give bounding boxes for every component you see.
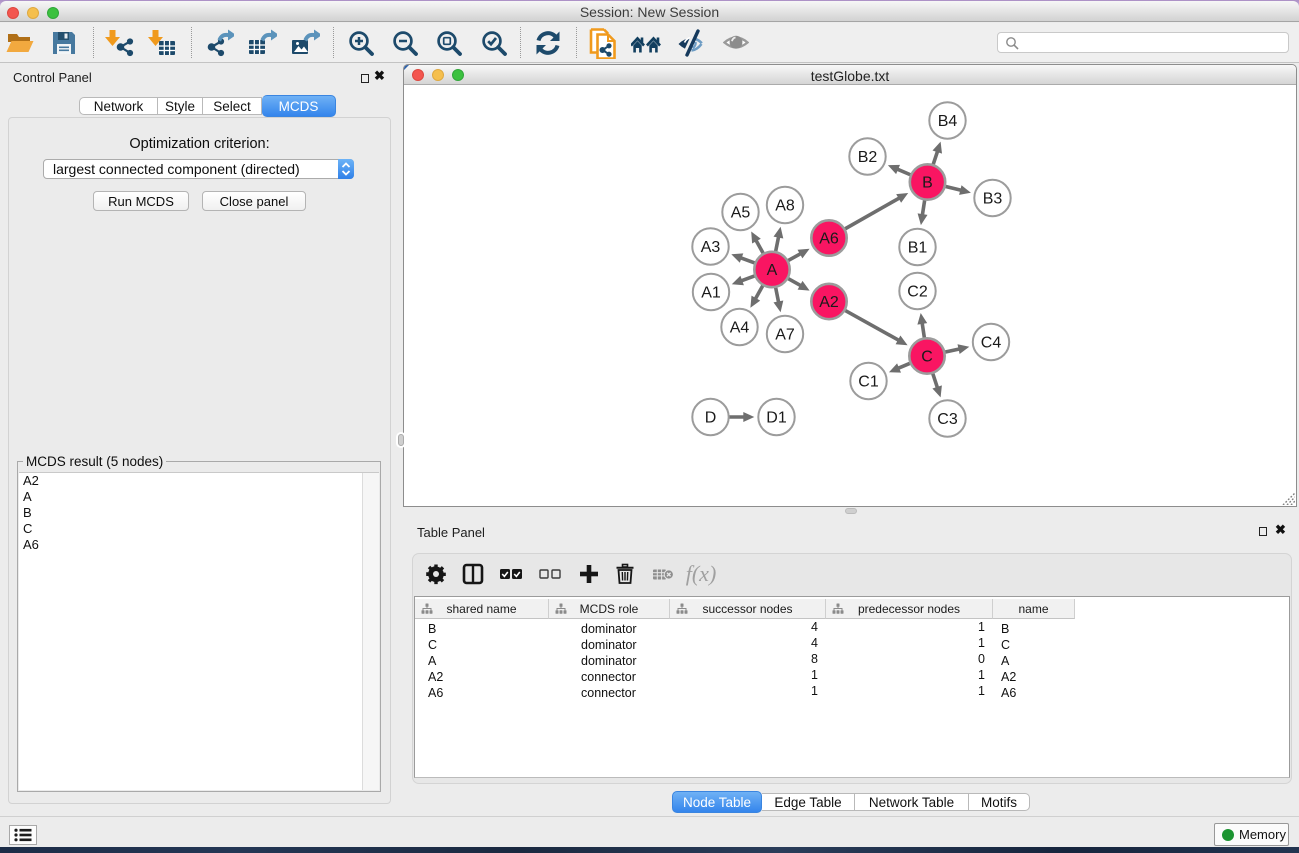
svg-text:D: D: [705, 410, 717, 427]
svg-text:B1: B1: [908, 240, 928, 257]
svg-text:B2: B2: [858, 149, 878, 166]
svg-text:C2: C2: [907, 284, 928, 301]
svg-text:B: B: [922, 175, 933, 192]
svg-text:A5: A5: [731, 205, 751, 222]
svg-text:B3: B3: [983, 191, 1003, 208]
svg-text:A8: A8: [775, 198, 795, 215]
svg-text:C1: C1: [858, 374, 879, 391]
svg-text:A3: A3: [701, 239, 721, 256]
svg-text:A4: A4: [730, 320, 750, 337]
svg-text:C3: C3: [937, 411, 958, 428]
svg-text:C: C: [921, 349, 933, 366]
svg-text:A7: A7: [775, 327, 795, 344]
svg-text:D1: D1: [766, 410, 787, 427]
svg-text:B4: B4: [938, 113, 958, 130]
svg-text:A1: A1: [701, 285, 721, 302]
svg-text:C4: C4: [981, 335, 1002, 352]
svg-text:A2: A2: [819, 294, 839, 311]
svg-text:A: A: [767, 262, 778, 279]
svg-text:A6: A6: [819, 231, 839, 248]
